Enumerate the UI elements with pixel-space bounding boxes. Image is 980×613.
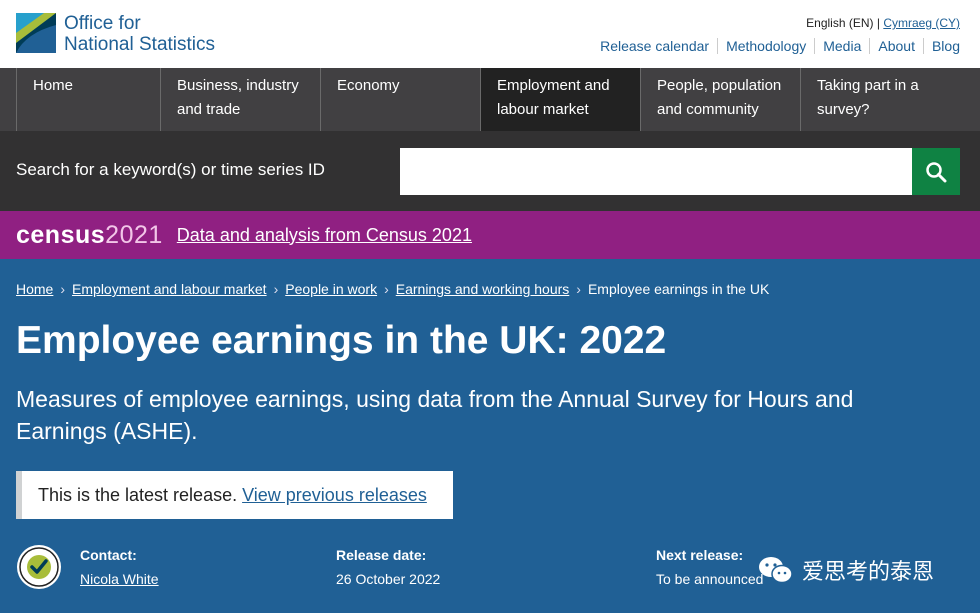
census-logo-word: census: [16, 220, 106, 249]
contact-label: Contact:: [80, 547, 137, 563]
release-date-label: Release date:: [336, 547, 427, 563]
nav-item-employment[interactable]: Employment and labour market: [480, 68, 640, 131]
util-link-release-calendar[interactable]: Release calendar: [592, 38, 717, 54]
chevron-right-icon: ›: [273, 281, 279, 297]
latest-release-notice: This is the latest release. View previou…: [16, 471, 453, 519]
next-release-label: Next release:: [656, 547, 744, 563]
ons-logo-icon: [16, 13, 56, 53]
util-link-methodology[interactable]: Methodology: [717, 38, 814, 54]
next-release-value: To be announced: [656, 571, 764, 587]
logo-line-1: Office for: [64, 13, 141, 34]
logo-line-2: National Statistics: [64, 34, 216, 55]
census-logo: census2021: [16, 221, 163, 250]
site-header: Office for National Statistics English (…: [0, 0, 980, 68]
breadcrumb-people-in-work[interactable]: People in work: [285, 281, 377, 297]
census-banner: census2021 Data and analysis from Census…: [0, 211, 980, 259]
chevron-right-icon: ›: [384, 281, 389, 297]
nav-item-people[interactable]: People, population and community: [640, 68, 800, 131]
page-hero: Home › Employment and labour market › Pe…: [0, 259, 980, 613]
breadcrumb: Home › Employment and labour market › Pe…: [16, 281, 769, 297]
watermark-text: 爱思考的泰恩: [802, 559, 935, 584]
release-date-block: Release date: 26 October 2022: [336, 543, 440, 591]
breadcrumb-employment[interactable]: Employment and labour market: [72, 281, 267, 297]
breadcrumb-current: Employee earnings in the UK: [587, 281, 770, 297]
language-switcher: English (EN) | Cymraeg (CY): [806, 16, 960, 30]
chevron-right-icon: ›: [576, 281, 581, 297]
breadcrumb-earnings[interactable]: Earnings and working hours: [396, 281, 570, 297]
util-link-about[interactable]: About: [869, 38, 923, 54]
ons-logo[interactable]: Office for National Statistics: [16, 13, 215, 55]
view-previous-releases-link[interactable]: View previous releases: [242, 485, 427, 506]
page-title: Employee earnings in the UK: 2022: [16, 319, 667, 362]
latest-release-text: This is the latest release.: [38, 484, 238, 505]
page-description: Measures of employee earnings, using dat…: [16, 386, 854, 444]
census-link[interactable]: Data and analysis from Census 2021: [177, 225, 472, 246]
util-link-blog[interactable]: Blog: [922, 38, 960, 54]
contact-block: Contact: Nicola White: [80, 543, 159, 591]
watermark: 爱思考的泰恩: [758, 554, 934, 586]
national-statistics-badge-icon: [17, 545, 61, 589]
release-date-value: 26 October 2022: [336, 571, 441, 587]
chevron-right-icon: ›: [60, 281, 66, 297]
nav-item-survey[interactable]: Taking part in a survey?: [800, 68, 960, 131]
breadcrumb-home[interactable]: Home: [16, 281, 53, 297]
search-bar: Search for a keyword(s) or time series I…: [0, 131, 980, 211]
nav-item-economy[interactable]: Economy: [320, 68, 480, 131]
wechat-icon: [759, 557, 793, 584]
census-logo-year: 2021: [105, 220, 163, 249]
lang-english: English (EN): [806, 16, 874, 30]
search-label: Search for a keyword(s) or time series I…: [16, 160, 325, 179]
lang-welsh-link[interactable]: Cymraeg (CY): [883, 16, 960, 30]
next-release-block: Next release: To be announced: [656, 543, 763, 591]
lang-separator: |: [876, 16, 880, 30]
utility-nav: Release calendar Methodology Media About…: [592, 38, 960, 54]
search-button[interactable]: [912, 148, 960, 195]
search-icon: [926, 161, 947, 182]
nav-item-home[interactable]: Home: [16, 68, 160, 131]
util-link-media[interactable]: Media: [814, 38, 869, 54]
contact-name-link[interactable]: Nicola White: [80, 571, 159, 587]
main-nav: Home Business, industry and trade Econom…: [0, 68, 980, 131]
nav-item-business[interactable]: Business, industry and trade: [160, 68, 320, 131]
search-input[interactable]: [400, 148, 913, 195]
